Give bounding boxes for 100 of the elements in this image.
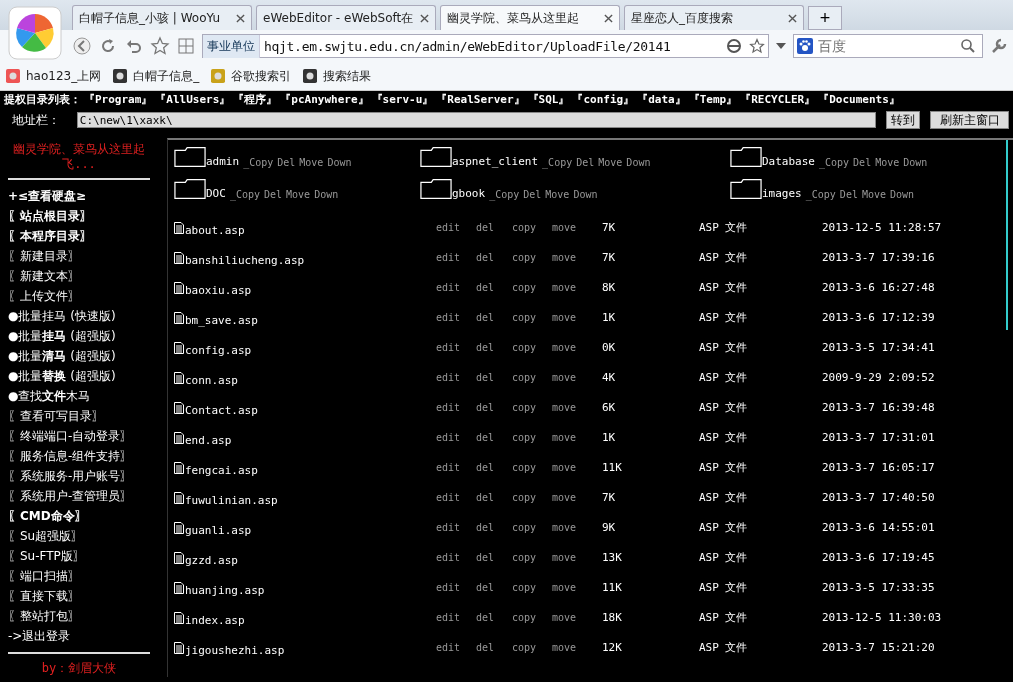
- file-action-link[interactable]: del: [476, 581, 512, 593]
- sidebar-link[interactable]: 〖CMD命令〗: [8, 506, 150, 526]
- go-button[interactable]: 转到: [886, 111, 921, 129]
- folder-action-link[interactable]: Move: [545, 189, 570, 200]
- file-action-link[interactable]: copy: [512, 641, 552, 653]
- file-link[interactable]: bm_save.asp: [185, 313, 258, 327]
- file-action-link[interactable]: copy: [512, 371, 552, 383]
- directory-link[interactable]: 『SQL』: [527, 92, 570, 107]
- folder-icon[interactable]: [420, 146, 452, 168]
- file-link[interactable]: about.asp: [185, 223, 245, 237]
- sidebar-link[interactable]: ●查找文件木马: [8, 386, 150, 406]
- file-action-link[interactable]: edit: [436, 461, 476, 473]
- directory-link[interactable]: 『RECYCLER』: [740, 92, 816, 107]
- directory-link[interactable]: 『Program』: [84, 92, 153, 107]
- sidebar-link[interactable]: ->退出登录: [8, 626, 150, 646]
- sidebar-link[interactable]: 〖服务信息-组件支持〗: [8, 446, 150, 466]
- sidebar-link[interactable]: 〖新建文本〗: [8, 266, 150, 286]
- bookmark-item[interactable]: 谷歌搜索引: [211, 67, 292, 85]
- search-icon[interactable]: [960, 38, 976, 54]
- folder-link[interactable]: aspnet_client: [452, 155, 539, 168]
- sidebar-link[interactable]: ●批量挂马 (快速版): [8, 306, 150, 326]
- file-action-link[interactable]: move: [552, 281, 592, 293]
- file-action-link[interactable]: edit: [436, 611, 476, 623]
- folder-action-link[interactable]: _Copy: [489, 189, 520, 200]
- file-action-link[interactable]: edit: [436, 491, 476, 503]
- file-action-link[interactable]: copy: [512, 521, 552, 533]
- address-bar[interactable]: 事业单位 hqjt.em.swjtu.edu.cn/admin/eWebEditor/UploadFile/20141: [202, 34, 769, 58]
- file-action-link[interactable]: edit: [436, 581, 476, 593]
- sidebar-link[interactable]: 〖上传文件〗: [8, 286, 150, 306]
- file-action-link[interactable]: del: [476, 251, 512, 263]
- file-link[interactable]: conn.asp: [185, 373, 238, 387]
- file-action-link[interactable]: move: [552, 221, 592, 233]
- directory-link[interactable]: 『AllUsers』: [155, 92, 231, 107]
- file-action-link[interactable]: edit: [436, 281, 476, 293]
- file-link[interactable]: baoxiu.asp: [185, 283, 252, 297]
- file-action-link[interactable]: copy: [512, 551, 552, 563]
- star-icon[interactable]: [150, 36, 170, 56]
- sidebar-link[interactable]: 〖系统服务-用户账号〗: [8, 466, 150, 486]
- file-action-link[interactable]: edit: [436, 401, 476, 413]
- sidebar-link[interactable]: 〖整站打包〗: [8, 606, 150, 626]
- file-action-link[interactable]: edit: [436, 311, 476, 323]
- file-action-link[interactable]: move: [552, 581, 592, 593]
- directory-link[interactable]: 『Temp』: [688, 92, 738, 107]
- file-action-link[interactable]: move: [552, 551, 592, 563]
- folder-action-link[interactable]: Down: [327, 157, 352, 168]
- sidebar-link[interactable]: ●批量清马 (超强版): [8, 346, 150, 366]
- folder-action-link[interactable]: Del: [839, 189, 858, 200]
- directory-link[interactable]: 『config』: [572, 92, 635, 107]
- file-action-link[interactable]: del: [476, 311, 512, 323]
- file-action-link[interactable]: move: [552, 371, 592, 383]
- directory-link[interactable]: 『程序』: [233, 92, 278, 107]
- sidebar-link[interactable]: 〖Su超强版〗: [8, 526, 150, 546]
- folder-action-link[interactable]: Down: [903, 157, 928, 168]
- file-action-link[interactable]: copy: [512, 461, 552, 473]
- sidebar-link[interactable]: 〖Su-FTP版〗: [8, 546, 150, 566]
- close-icon[interactable]: [788, 13, 797, 23]
- file-link[interactable]: gzzd.asp: [185, 553, 238, 567]
- file-action-link[interactable]: move: [552, 641, 592, 653]
- file-action-link[interactable]: move: [552, 611, 592, 623]
- path-field[interactable]: C:\new\1\xaxk\: [76, 112, 877, 128]
- bookmark-item[interactable]: 白帽子信息_: [113, 67, 200, 85]
- browser-tab[interactable]: 星座恋人_百度搜索: [624, 5, 804, 30]
- file-link[interactable]: fuwulinian.asp: [185, 493, 278, 507]
- file-action-link[interactable]: move: [552, 401, 592, 413]
- folder-action-link[interactable]: Down: [890, 189, 915, 200]
- file-action-link[interactable]: del: [476, 431, 512, 443]
- back-icon[interactable]: [72, 36, 92, 56]
- dropdown-caret-icon[interactable]: [775, 42, 787, 50]
- folder-icon[interactable]: [420, 178, 452, 200]
- close-icon[interactable]: [604, 13, 613, 23]
- directory-link[interactable]: 『pcAnywhere』: [280, 92, 369, 107]
- grid-icon[interactable]: [176, 36, 196, 56]
- file-action-link[interactable]: move: [552, 311, 592, 323]
- file-action-link[interactable]: del: [476, 611, 512, 623]
- file-action-link[interactable]: move: [552, 521, 592, 533]
- file-action-link[interactable]: edit: [436, 431, 476, 443]
- file-action-link[interactable]: del: [476, 371, 512, 383]
- file-action-link[interactable]: del: [476, 221, 512, 233]
- file-action-link[interactable]: copy: [512, 341, 552, 353]
- file-link[interactable]: guanli.asp: [185, 523, 252, 537]
- sidebar-link[interactable]: 〖查看可写目录〗: [8, 406, 150, 426]
- directory-link[interactable]: 『serv-u』: [371, 92, 434, 107]
- file-action-link[interactable]: copy: [512, 281, 552, 293]
- browser-tab[interactable]: 白帽子信息_小骇 | WooYu: [72, 5, 252, 30]
- file-action-link[interactable]: copy: [512, 491, 552, 503]
- sidebar-link[interactable]: ●批量挂马 (超强版): [8, 326, 150, 346]
- star-icon[interactable]: [749, 38, 765, 54]
- file-action-link[interactable]: move: [552, 461, 592, 473]
- folder-link[interactable]: admin: [206, 155, 240, 168]
- file-link[interactable]: banshiliucheng.asp: [185, 253, 305, 267]
- file-action-link[interactable]: edit: [436, 341, 476, 353]
- file-action-link[interactable]: copy: [512, 311, 552, 323]
- browser-tab[interactable]: eWebEditor - eWebSoft在: [256, 5, 436, 30]
- file-action-link[interactable]: copy: [512, 251, 552, 263]
- sidebar-link[interactable]: 〖本程序目录〗: [8, 226, 150, 246]
- file-action-link[interactable]: edit: [436, 551, 476, 563]
- file-action-link[interactable]: del: [476, 401, 512, 413]
- folder-action-link[interactable]: _Copy: [542, 157, 573, 168]
- file-link[interactable]: end.asp: [185, 433, 232, 447]
- close-icon[interactable]: [420, 13, 429, 23]
